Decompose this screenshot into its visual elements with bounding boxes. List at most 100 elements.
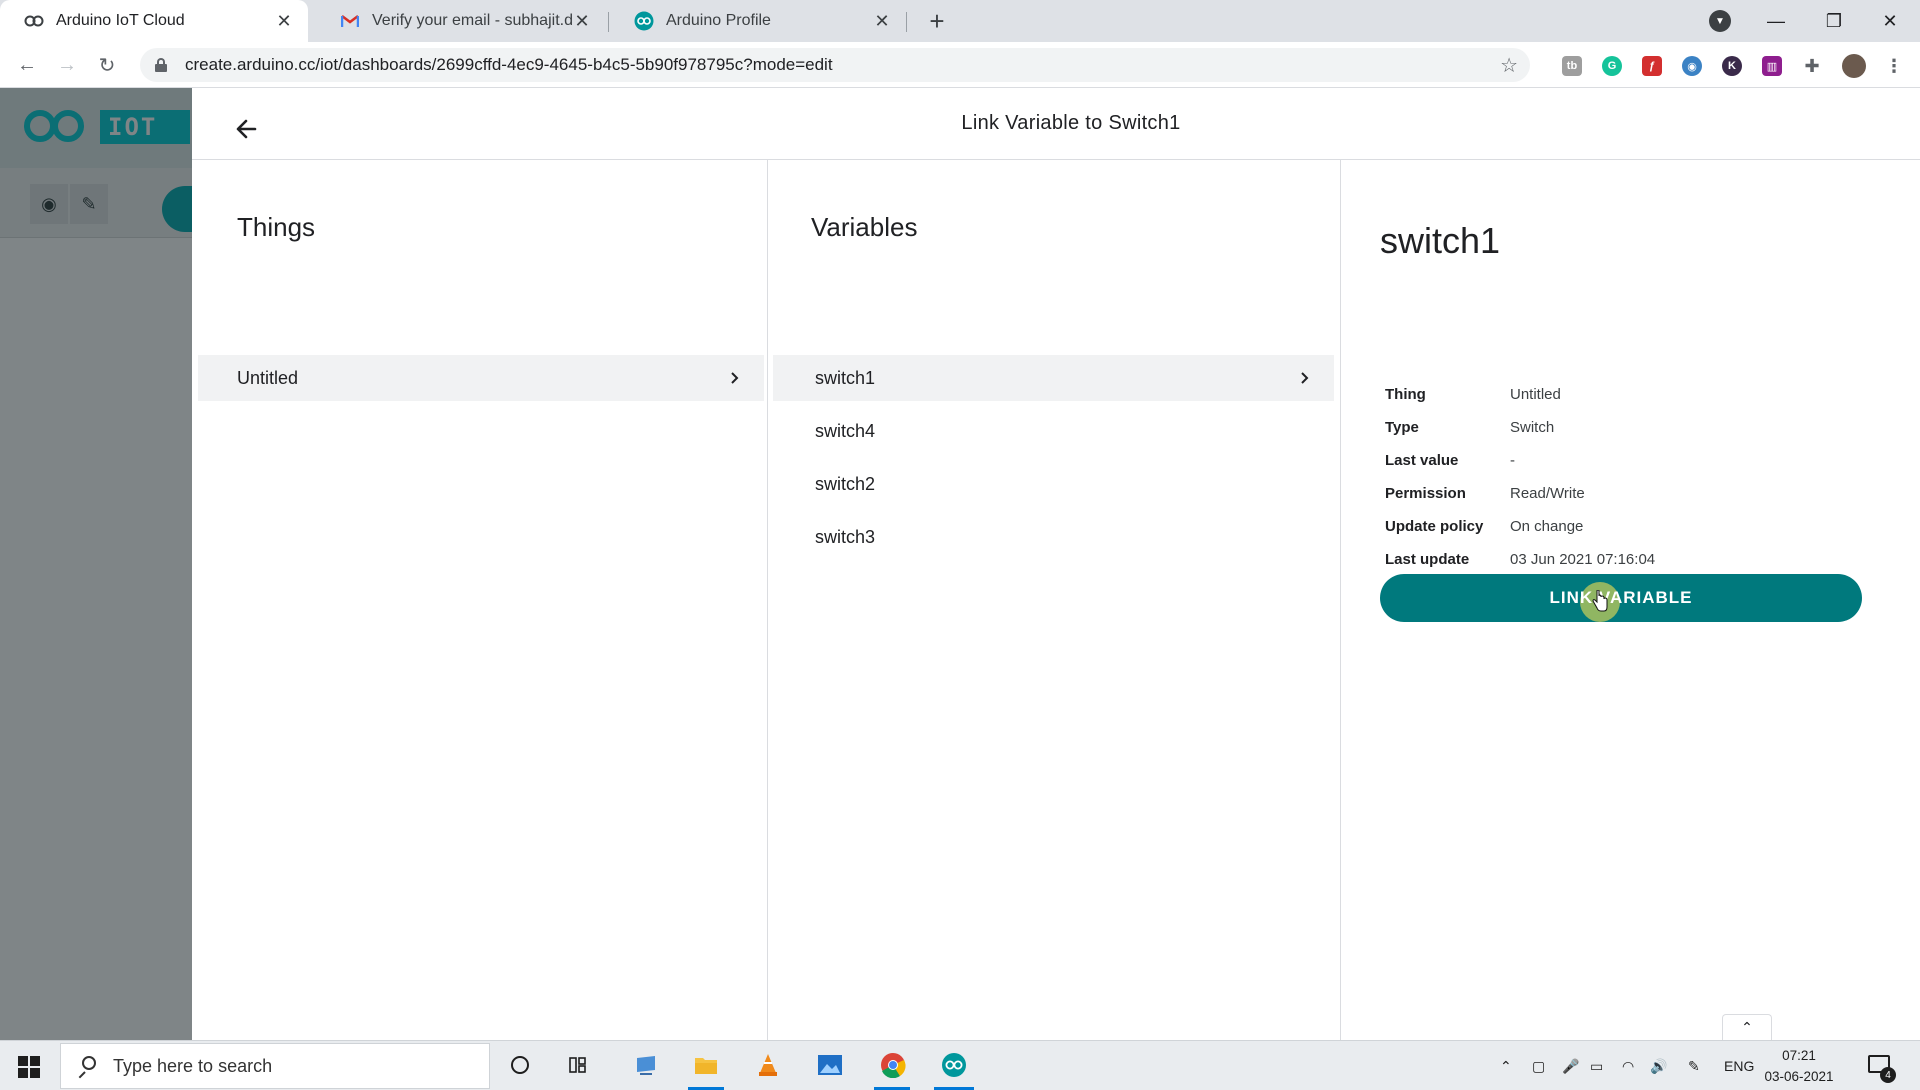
address-bar[interactable]: create.arduino.cc/iot/dashboards/2699cff… [140, 48, 1530, 82]
tab-verify-email[interactable]: Verify your email - subhajit.das.s ✕ [316, 0, 606, 42]
arduino-logo-icon [24, 110, 88, 142]
forward-arrow-icon[interactable]: → [52, 50, 82, 80]
browser-toolbar: ← → ↻ create.arduino.cc/iot/dashboards/2… [0, 42, 1920, 88]
property-value: - [1510, 452, 1515, 469]
modal-title: Link Variable to Switch1 [961, 112, 1181, 134]
tab-separator [608, 12, 609, 32]
browser-tab-strip: Arduino IoT Cloud ✕ Verify your email - … [0, 0, 1920, 42]
task-view-icon[interactable] [566, 1051, 594, 1079]
back-arrow-icon[interactable]: ← [12, 50, 42, 80]
close-icon[interactable]: ✕ [572, 11, 592, 31]
tab-title: Arduino IoT Cloud [56, 12, 185, 29]
vlc-icon[interactable] [754, 1051, 782, 1079]
modal-header: Link Variable to Switch1 [192, 88, 1920, 160]
eye-icon[interactable]: ◉ [30, 184, 68, 224]
property-value: Switch [1510, 419, 1555, 436]
chevron-right-icon [1296, 370, 1312, 386]
show-hidden-icons-icon[interactable]: ⌃ [1500, 1041, 1512, 1090]
arduino-icon [634, 11, 654, 31]
edit-icon[interactable]: ✎ [70, 184, 108, 224]
puzzle-icon[interactable]: ✚ [1802, 56, 1822, 76]
close-icon[interactable]: ✕ [274, 11, 294, 31]
property-value: Read/Write [1510, 485, 1585, 502]
property-key: Update policy [1385, 518, 1484, 535]
flash-icon[interactable]: ƒ [1642, 56, 1662, 76]
thing-item-untitled[interactable]: Untitled [198, 355, 764, 401]
list-item-label: switch3 [815, 526, 876, 547]
file-explorer-icon[interactable] [692, 1051, 720, 1079]
property-value: On change [1510, 518, 1584, 535]
restore-icon[interactable]: ❐ [1806, 0, 1862, 42]
cortana-icon[interactable] [506, 1051, 534, 1079]
variable-name: switch1 [1380, 220, 1501, 261]
property-value: Untitled [1510, 386, 1561, 403]
microphone-icon[interactable]: 🎤 [1562, 1041, 1579, 1090]
more-menu-icon[interactable]: ⋮ [1884, 56, 1904, 76]
notification-count: 4 [1880, 1067, 1896, 1083]
battery-icon[interactable]: ▭ [1590, 1041, 1603, 1090]
lock-icon [155, 58, 167, 72]
arduino-icon [24, 11, 44, 31]
desktop-app-icon[interactable] [632, 1051, 660, 1079]
windows-start-icon[interactable] [18, 1056, 40, 1078]
property-key: Last value [1385, 452, 1459, 469]
list-item-label: switch1 [815, 367, 876, 388]
variable-properties: Thing Untitled Type Switch Last value - … [1385, 378, 1655, 576]
tab-arduino-profile[interactable]: Arduino Profile ✕ [610, 0, 906, 42]
list-item-label: switch4 [815, 420, 876, 441]
globe-extension-icon[interactable]: ◉ [1682, 56, 1702, 76]
pen-icon[interactable]: ✎ [1688, 1041, 1700, 1090]
things-column: Things Untitled [192, 160, 768, 1040]
things-heading: Things [237, 212, 316, 242]
extension-tb-icon[interactable]: tb [1562, 56, 1582, 76]
tab-title: Arduino Profile [666, 12, 771, 29]
volume-icon[interactable]: 🔊 [1650, 1041, 1667, 1090]
app-header: IOT C [0, 88, 200, 168]
system-clock[interactable]: 07:21 03-06-2021 [1764, 1045, 1834, 1087]
property-key: Last update [1385, 551, 1470, 568]
avatar[interactable] [1842, 54, 1866, 78]
variable-item-switch3[interactable]: switch3 [773, 514, 1334, 560]
grammarly-icon[interactable]: G [1602, 56, 1622, 76]
taskbar-search-box[interactable]: Type here to search [60, 1043, 490, 1089]
bookmark-star-icon[interactable]: ☆ [1500, 53, 1518, 78]
scroll-up-icon[interactable]: ⌃ [1722, 1014, 1772, 1040]
link-variable-modal: Link Variable to Switch1 Things Untitled… [192, 88, 1920, 1040]
property-key: Permission [1385, 485, 1466, 502]
property-row-thing: Thing Untitled [1385, 378, 1655, 411]
app-logo-text: IOT C [100, 110, 190, 144]
window-close-icon[interactable]: ✕ [1862, 0, 1918, 42]
new-tab-button[interactable]: + [922, 6, 952, 36]
reload-icon[interactable]: ↻ [92, 50, 122, 80]
variable-item-switch1[interactable]: switch1 [773, 355, 1334, 401]
minimize-icon[interactable]: — [1748, 0, 1804, 42]
meet-now-icon[interactable]: ▢ [1532, 1041, 1545, 1090]
chrome-icon[interactable] [879, 1051, 907, 1079]
property-value: 03 Jun 2021 07:16:04 [1510, 551, 1656, 568]
k-extension-icon[interactable]: K [1722, 56, 1742, 76]
tab-arduino-iot-cloud[interactable]: Arduino IoT Cloud ✕ [0, 0, 308, 42]
property-row-last-update: Last update 03 Jun 2021 07:16:04 [1385, 543, 1655, 576]
metrics-extension-icon[interactable]: ▥ [1762, 56, 1782, 76]
search-icon [77, 1056, 97, 1079]
close-icon[interactable]: ✕ [872, 11, 892, 31]
variable-item-switch4[interactable]: switch4 [773, 408, 1334, 454]
photos-icon[interactable] [816, 1051, 844, 1079]
wifi-icon[interactable]: ◠ [1622, 1041, 1634, 1090]
link-variable-button[interactable]: LINK VARIABLE [1380, 574, 1862, 622]
property-key: Thing [1385, 386, 1426, 403]
search-placeholder: Type here to search [113, 1055, 273, 1076]
tab-separator [906, 12, 907, 32]
variables-heading: Variables [811, 212, 918, 242]
variable-item-switch2[interactable]: switch2 [773, 461, 1334, 507]
arduino-app-icon[interactable] [940, 1051, 968, 1079]
property-row-last-value: Last value - [1385, 444, 1655, 477]
gmail-icon [340, 11, 360, 31]
url-text: create.arduino.cc/iot/dashboards/2699cff… [185, 55, 833, 74]
link-variable-label: LINK VARIABLE [1549, 588, 1693, 607]
list-item-label: switch2 [815, 473, 876, 494]
language-indicator[interactable]: ENG [1724, 1041, 1754, 1090]
property-key: Type [1385, 419, 1419, 436]
tab-search-icon[interactable]: ▼ [1709, 10, 1731, 32]
clock-date: 03-06-2021 [1764, 1069, 1834, 1084]
